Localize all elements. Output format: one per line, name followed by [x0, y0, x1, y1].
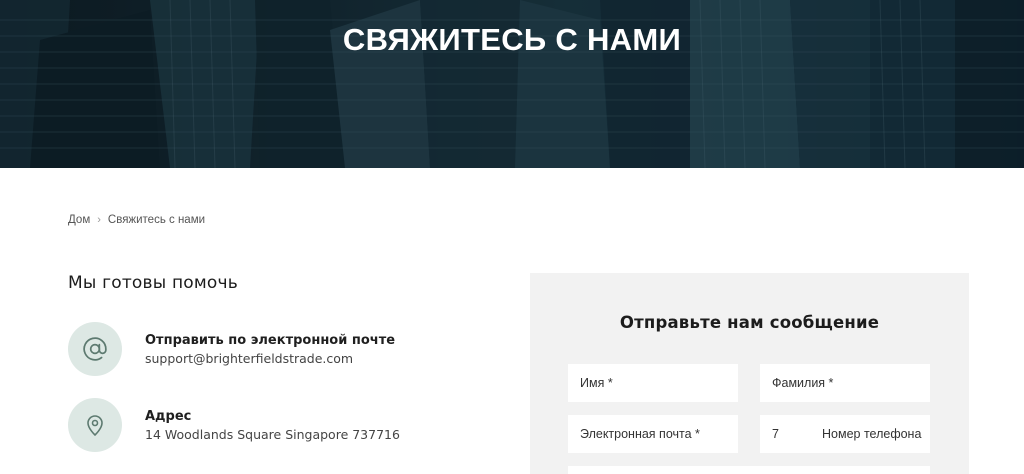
address-value: 14 Woodlands Square Singapore 737716 — [145, 426, 400, 442]
hero-banner: СВЯЖИТЕСЬ С НАМИ — [0, 0, 1024, 168]
breadcrumb: Дом › Свяжитесь с нами — [68, 214, 205, 226]
phone-field[interactable]: 7 — [760, 415, 930, 453]
breadcrumb-separator: › — [97, 214, 101, 226]
map-pin-icon — [68, 398, 122, 452]
contact-form: Отправьте нам сообщение 7 — [530, 273, 969, 474]
at-sign-icon — [68, 322, 122, 376]
address-label: Адрес — [145, 408, 192, 424]
first-name-input[interactable] — [568, 364, 738, 402]
email-value[interactable]: support@brighterfieldstrade.com — [145, 350, 395, 367]
phone-country-code[interactable]: 7 — [760, 427, 822, 441]
breadcrumb-home-link[interactable]: Дом — [68, 214, 90, 226]
breadcrumb-current: Свяжитесь с нами — [107, 214, 206, 226]
email-input[interactable] — [568, 415, 738, 453]
email-info-item: Отправить по электронной почте support@b… — [68, 322, 395, 376]
email-label: Отправить по электронной почте — [145, 332, 396, 348]
address-info-item: Адрес 14 Woodlands Square Singapore 7377… — [68, 398, 400, 452]
phone-input[interactable] — [822, 415, 930, 453]
help-title: Мы готовы помочь — [68, 273, 238, 293]
message-textarea[interactable] — [568, 466, 930, 474]
last-name-input[interactable] — [760, 364, 930, 402]
form-title: Отправьте нам сообщение — [619, 313, 880, 332]
page-title: СВЯЖИТЕСЬ С НАМИ — [342, 22, 682, 57]
